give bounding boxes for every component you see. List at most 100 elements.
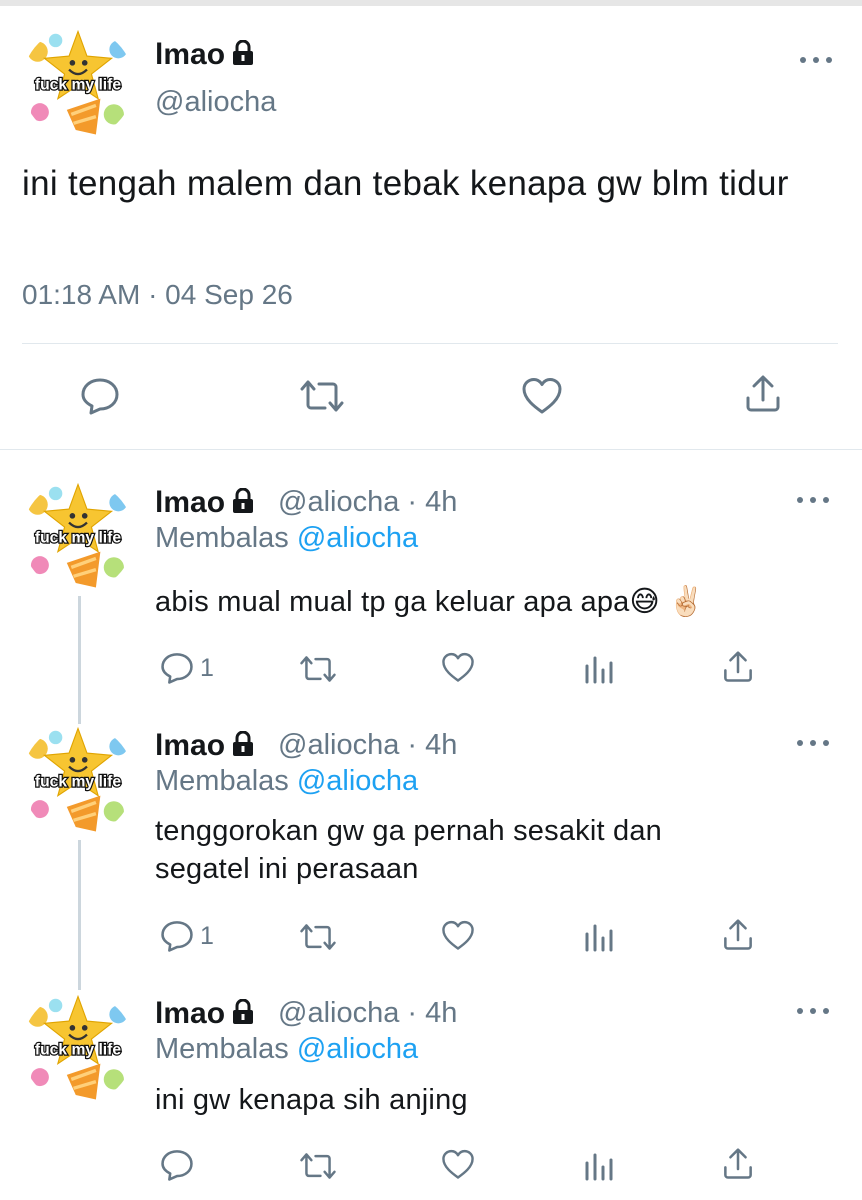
thread-line <box>78 840 81 990</box>
share-button[interactable] <box>722 1147 754 1181</box>
share-button[interactable] <box>722 918 754 952</box>
more-options-icon[interactable] <box>797 1005 831 1017</box>
author-handle: @aliocha <box>278 729 400 761</box>
analytics-icon <box>585 924 613 952</box>
separator-dot: · <box>407 486 418 518</box>
replying-to: Membalas @aliocha <box>155 1033 418 1066</box>
author-name-text: lmao <box>155 486 226 519</box>
retweet-icon <box>300 1153 336 1179</box>
retweet-button[interactable] <box>299 378 345 414</box>
retweet-button[interactable] <box>299 1151 337 1181</box>
author-name[interactable]: lmao <box>155 997 255 1031</box>
tweet-timestamp[interactable]: 01:18 AM · 04 Sep 26 <box>22 279 293 311</box>
like-button[interactable] <box>441 652 475 683</box>
heart-icon <box>442 652 474 682</box>
avatar[interactable]: fuck my life <box>22 480 134 592</box>
reply-text: ini gw kenapa sih anjing <box>155 1084 468 1116</box>
author-name-text: lmao <box>155 729 226 762</box>
replying-to-label: Membalas <box>155 765 289 797</box>
analytics-button[interactable] <box>584 654 614 684</box>
reply-icon <box>161 653 193 684</box>
replying-to-link[interactable]: @aliocha <box>297 765 418 797</box>
reply-text: abis mual mual tp ga keluar apa apa😅 ✌🏻 <box>155 586 705 618</box>
heart-icon <box>522 378 562 414</box>
author-name-text: lmao <box>155 38 226 71</box>
retweet-button[interactable] <box>299 922 337 952</box>
avatar[interactable]: fuck my life <box>22 724 134 836</box>
lock-icon <box>233 999 254 1024</box>
retweet-icon <box>300 380 344 412</box>
lock-icon <box>233 488 254 513</box>
section-divider <box>0 449 862 450</box>
analytics-button[interactable] <box>584 1151 614 1181</box>
separator-dot: · <box>407 729 418 761</box>
replying-to-link[interactable]: @aliocha <box>297 522 418 554</box>
replying-to-link[interactable]: @aliocha <box>297 1033 418 1065</box>
author-name[interactable]: lmao <box>155 38 255 72</box>
replying-to: Membalas @aliocha <box>155 765 418 798</box>
share-icon <box>724 651 752 682</box>
reply-button[interactable]: 1 <box>160 651 214 685</box>
reply-icon <box>81 378 119 415</box>
svg-text:fuck my life: fuck my life <box>35 774 122 791</box>
share-icon <box>724 1148 752 1179</box>
emoji-party-avatar-icon: fuck my life <box>27 482 128 588</box>
tweet-age: 4h <box>425 729 458 761</box>
reply-button[interactable]: 1 <box>160 919 214 953</box>
heart-icon <box>442 920 474 950</box>
separator-dot: · <box>407 997 418 1029</box>
reply-icon <box>161 921 193 952</box>
reply-count: 1 <box>200 921 214 950</box>
author-handle[interactable]: @aliocha <box>155 86 276 119</box>
analytics-button[interactable] <box>584 922 614 952</box>
retweet-icon <box>300 656 336 682</box>
more-options-icon[interactable] <box>800 54 834 66</box>
svg-text:fuck my life: fuck my life <box>35 77 122 94</box>
more-options-icon[interactable] <box>797 737 831 749</box>
avatar[interactable]: fuck my life <box>22 27 134 139</box>
reply-button[interactable] <box>160 1148 200 1182</box>
handle-and-time[interactable]: @aliocha · 4h <box>278 997 457 1030</box>
thread-line <box>78 596 81 724</box>
lock-icon <box>233 731 254 756</box>
share-icon <box>746 375 780 412</box>
divider <box>22 343 838 344</box>
svg-text:fuck my life: fuck my life <box>35 1042 122 1059</box>
author-name[interactable]: lmao <box>155 486 255 520</box>
svg-text:fuck my life: fuck my life <box>35 530 122 547</box>
emoji-party-avatar-icon: fuck my life <box>27 994 128 1100</box>
tweet-text: ini tengah malem dan tebak kenapa gw blm… <box>22 164 789 203</box>
handle-and-time[interactable]: @aliocha · 4h <box>278 729 457 762</box>
tweet-age: 4h <box>425 486 458 518</box>
analytics-icon <box>585 1153 613 1181</box>
tweet-age: 4h <box>425 997 458 1029</box>
emoji-party-avatar-icon: fuck my life <box>27 726 128 832</box>
replying-to-label: Membalas <box>155 1033 289 1065</box>
share-button[interactable] <box>744 374 782 414</box>
heart-icon <box>442 1149 474 1179</box>
share-button[interactable] <box>722 650 754 684</box>
reply-button[interactable] <box>80 376 120 416</box>
like-button[interactable] <box>441 920 475 951</box>
like-button[interactable] <box>441 1149 475 1180</box>
author-handle: @aliocha <box>278 486 400 518</box>
handle-and-time[interactable]: @aliocha · 4h <box>278 486 457 519</box>
reply-text: tenggorokan gw ga pernah sesakit dan seg… <box>155 815 662 885</box>
reply-icon <box>161 1150 193 1181</box>
share-icon <box>724 919 752 950</box>
reply-count: 1 <box>200 653 214 682</box>
top-divider <box>0 0 862 6</box>
analytics-icon <box>585 656 613 684</box>
avatar[interactable]: fuck my life <box>22 992 134 1104</box>
like-button[interactable] <box>521 377 563 415</box>
author-handle: @aliocha <box>278 997 400 1029</box>
author-name[interactable]: lmao <box>155 729 255 763</box>
author-name-text: lmao <box>155 997 226 1030</box>
more-options-icon[interactable] <box>797 494 831 506</box>
lock-icon <box>233 40 254 65</box>
retweet-icon <box>300 924 336 950</box>
emoji-party-avatar-icon: fuck my life <box>27 29 128 135</box>
retweet-button[interactable] <box>299 654 337 684</box>
replying-to: Membalas @aliocha <box>155 522 418 555</box>
replying-to-label: Membalas <box>155 522 289 554</box>
